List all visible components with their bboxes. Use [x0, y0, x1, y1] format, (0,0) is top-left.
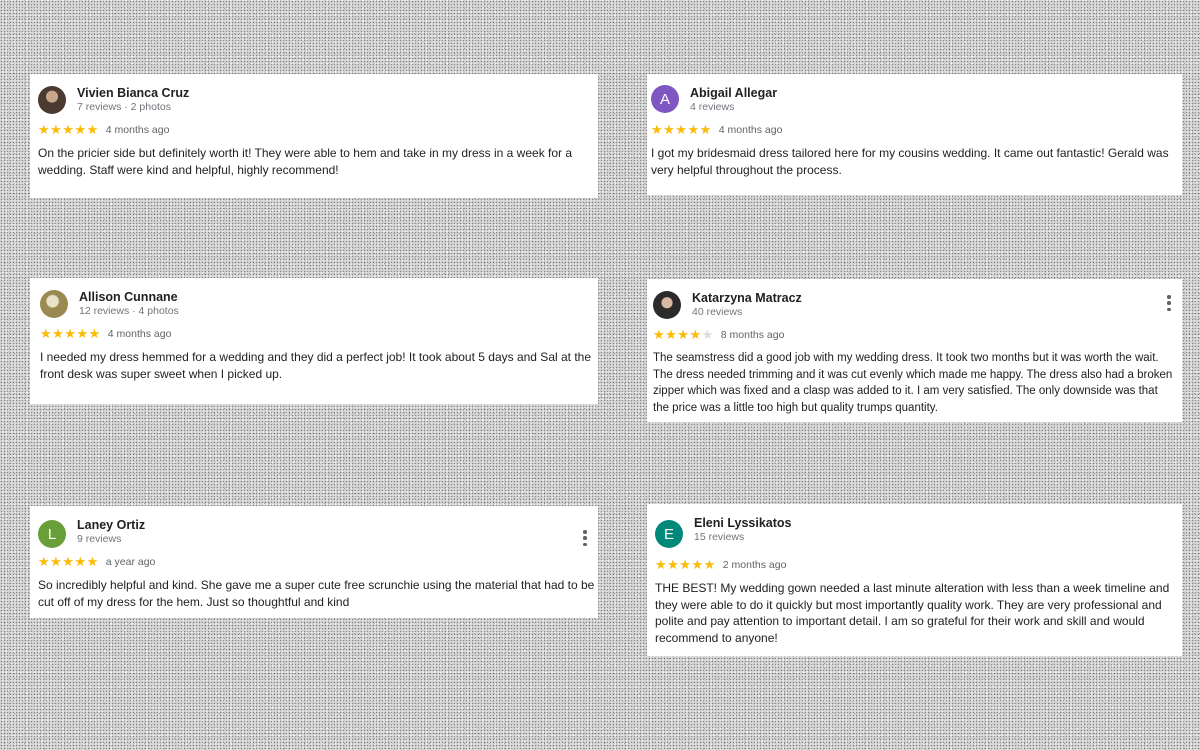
review-text: The seamstress did a good job with my we… [653, 352, 1173, 414]
reviewer-header: Katarzyna Matracz 40 reviews [653, 291, 1182, 323]
star-rating: ★★★★★ ★★★★★ [38, 555, 99, 569]
star-icons-filled: ★★★★★ [38, 123, 99, 137]
rating-row: ★★★★★ ★★★★★ a year ago [38, 555, 598, 569]
star-rating: ★★★★★ ★★★★★ [40, 327, 101, 341]
rating-row: ★★★★★ ★★★★★ 8 months ago [653, 328, 1182, 342]
star-icons-filled: ★★★★★ [40, 327, 101, 341]
reviewer-meta: 12 reviews · 4 photos [79, 305, 179, 317]
star-rating: ★★★★★ ★★★★★ [653, 328, 714, 342]
review-time: 8 months ago [720, 329, 785, 341]
star-icons-filled: ★★★★★ [651, 123, 712, 137]
star-rating: ★★★★★ ★★★★★ [651, 123, 712, 137]
star-rating: ★★★★★ ★★★★★ [38, 123, 99, 137]
rating-row: ★★★★★ ★★★★★ 4 months ago [651, 123, 1182, 137]
review-text: I needed my dress hemmed for a wedding a… [40, 350, 592, 381]
review-card: Katarzyna Matracz 40 reviews ★★★★★ ★★★★★… [647, 279, 1182, 422]
star-icons-filled: ★★★★★ [653, 328, 702, 342]
reviewer-header: E Eleni Lyssikatos 15 reviews [655, 516, 1182, 548]
reviewer-header: L Laney Ortiz 9 reviews [38, 518, 598, 550]
avatar[interactable] [653, 291, 681, 319]
reviewer-meta: 15 reviews [694, 531, 745, 543]
reviewer-meta: 40 reviews [692, 306, 743, 318]
review-text: So incredibly helpful and kind. She gave… [38, 578, 595, 609]
star-icons-filled: ★★★★★ [655, 558, 716, 572]
reviewer-name[interactable]: Abigail Allegar [690, 86, 777, 101]
reviewer-meta: 7 reviews · 2 photos [77, 101, 171, 113]
review-card: E Eleni Lyssikatos 15 reviews ★★★★★ ★★★★… [647, 504, 1182, 656]
review-card: Allison Cunnane 12 reviews · 4 photos ★★… [30, 278, 598, 404]
review-time: a year ago [105, 556, 156, 568]
avatar-letter: A [659, 90, 670, 108]
avatar-letter: E [663, 525, 674, 543]
rating-row: ★★★★★ ★★★★★ 4 months ago [40, 327, 598, 341]
review-card: A Abigail Allegar 4 reviews ★★★★★ ★★★★★ … [647, 74, 1182, 195]
reviewer-name[interactable]: Eleni Lyssikatos [694, 516, 792, 531]
reviewer-name[interactable]: Allison Cunnane [79, 290, 179, 305]
reviewer-header: Allison Cunnane 12 reviews · 4 photos [40, 290, 598, 322]
more-options-icon[interactable] [580, 530, 590, 546]
review-text: I got my bridesmaid dress tailored here … [651, 146, 1169, 177]
avatar[interactable]: E [655, 520, 683, 548]
reviewer-header: Vivien Bianca Cruz 7 reviews · 2 photos [38, 86, 598, 118]
review-card: L Laney Ortiz 9 reviews ★★★★★ ★★★★★ a ye… [30, 506, 598, 618]
reviewer-header: A Abigail Allegar 4 reviews [651, 85, 1182, 118]
review-card: Vivien Bianca Cruz 7 reviews · 2 photos … [30, 74, 598, 198]
review-text: THE BEST! My wedding gown needed a last … [655, 581, 1170, 645]
avatar[interactable] [38, 86, 66, 114]
review-time: 4 months ago [718, 124, 783, 136]
star-rating: ★★★★★ ★★★★★ [655, 558, 716, 572]
review-time: 2 months ago [722, 559, 787, 571]
review-time: 4 months ago [107, 328, 172, 340]
review-time: 4 months ago [105, 124, 170, 136]
review-text: On the pricier side but definitely worth… [38, 146, 573, 177]
avatar-letter: L [47, 525, 57, 543]
reviewer-name[interactable]: Katarzyna Matracz [692, 291, 802, 306]
avatar[interactable]: L [38, 520, 66, 548]
reviewer-name[interactable]: Laney Ortiz [77, 518, 145, 533]
star-icons-filled: ★★★★★ [38, 555, 99, 569]
reviewer-name[interactable]: Vivien Bianca Cruz [77, 86, 189, 101]
rating-row: ★★★★★ ★★★★★ 4 months ago [38, 123, 598, 137]
avatar[interactable]: A [651, 85, 679, 113]
reviewer-meta: 4 reviews [690, 101, 735, 113]
more-options-icon[interactable] [1164, 295, 1174, 311]
reviewer-meta: 9 reviews [77, 533, 122, 545]
avatar[interactable] [40, 290, 68, 318]
rating-row: ★★★★★ ★★★★★ 2 months ago [655, 558, 1182, 572]
